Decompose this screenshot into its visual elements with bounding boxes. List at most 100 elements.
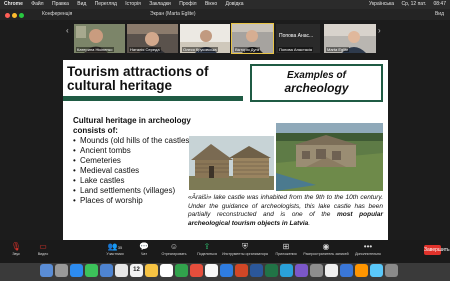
calendar-day: 12	[133, 267, 140, 273]
zoom-icon[interactable]	[220, 264, 233, 277]
menu-chrome[interactable]: Chrome	[4, 1, 23, 7]
menu-profile[interactable]: Профіл	[179, 1, 196, 7]
keyboard-language[interactable]: Українська	[369, 1, 394, 7]
safari-icon[interactable]	[70, 264, 83, 277]
video-icon: ▭	[39, 242, 47, 251]
apps-button[interactable]: ⊞ Приложения	[272, 242, 300, 256]
finder-icon[interactable]	[40, 264, 53, 277]
host-tools-button[interactable]: ⛨ Инструменты организатора	[222, 242, 268, 256]
list-item: Medieval castles	[73, 166, 203, 176]
photo-caption: «Āraiši» lake castle was inhabited from …	[188, 194, 383, 228]
participants-button[interactable]: 👥35 Участники	[100, 242, 130, 256]
host-tools-label: Инструменты организатора	[222, 252, 268, 256]
heritage-list-heading: Cultural heritage in archeology consists…	[73, 116, 191, 135]
caption-end: .	[308, 219, 311, 227]
telegram-icon[interactable]	[280, 264, 293, 277]
participant-tile[interactable]: Наталія Середа	[127, 24, 178, 53]
participant-name: Marta Eglite	[326, 47, 350, 52]
participant-name: Попова Анастасія	[278, 47, 314, 52]
chrome-icon[interactable]	[205, 264, 218, 277]
share-button[interactable]: ⇪ Поделиться	[193, 242, 221, 256]
notes-icon[interactable]	[145, 264, 158, 277]
menu-date: Ср, 12 пат.	[401, 1, 427, 7]
mail-icon[interactable]	[100, 264, 113, 277]
slide-topic-line2: archeology	[284, 81, 349, 95]
participant-name: Катерина Нікіпенко	[76, 47, 114, 52]
photos-icon[interactable]	[115, 264, 128, 277]
calendar-icon[interactable]: 12	[130, 264, 143, 277]
slide-topic-box: Examples of archeology	[250, 64, 383, 102]
menu-bar: Chrome Файл Правка Вид Перегляд Історія …	[0, 0, 450, 9]
participants-count: 35	[117, 245, 123, 250]
menu-help[interactable]: Довідка	[226, 1, 244, 7]
participant-tile[interactable]: Катерина Нікіпенко	[74, 24, 125, 53]
list-item: Ancient tombs	[73, 146, 203, 156]
record-icon: ◉	[322, 242, 330, 251]
share-label: Поделиться	[197, 252, 217, 256]
menu-file[interactable]: Файл	[31, 1, 43, 7]
chat-button[interactable]: 💬 Чат	[136, 242, 152, 256]
participant-tile[interactable]: Вікторія Дуга	[231, 23, 274, 54]
react-label: Отреагировать	[161, 252, 187, 256]
participant-name: Вікторія Дуга	[234, 47, 261, 52]
shared-slide: Tourism attractions of cultural heritage…	[63, 60, 388, 241]
apps-label: Приложения	[275, 252, 297, 256]
menu-browse[interactable]: Перегляд	[95, 1, 117, 7]
list-item: Places of worship	[73, 196, 203, 206]
messages-icon[interactable]	[85, 264, 98, 277]
screen-share-title: Экран (Marta Eglite)	[150, 11, 196, 17]
video-button[interactable]: ▭ Видео	[32, 242, 54, 256]
zoom-window-button[interactable]	[19, 13, 24, 18]
end-meeting-button[interactable]: Завершить	[424, 245, 450, 255]
trash-icon[interactable]	[385, 264, 398, 277]
word-icon[interactable]	[250, 264, 263, 277]
menu-edit[interactable]: Правка	[52, 1, 69, 7]
excel-icon[interactable]	[265, 264, 278, 277]
participant-tile[interactable]: Олеся Круковська	[180, 24, 230, 53]
launchpad-icon[interactable]	[55, 264, 68, 277]
react-icon: ☺	[169, 242, 179, 251]
music-icon[interactable]	[190, 264, 203, 277]
chevron-right-icon[interactable]: ›	[378, 26, 381, 35]
system-settings-icon[interactable]	[310, 264, 323, 277]
view-menu[interactable]: Вид	[435, 9, 444, 20]
chevron-left-icon[interactable]: ‹	[66, 26, 69, 35]
chat-icon: 💬	[139, 242, 149, 251]
participant-name: Наталія Середа	[129, 47, 161, 52]
menu-view[interactable]: Вид	[77, 1, 86, 7]
downloads-folder-icon[interactable]	[370, 264, 383, 277]
facetime-icon[interactable]	[175, 264, 188, 277]
video-label: Видео	[37, 252, 49, 256]
microphone-icon: 🎙	[10, 242, 22, 251]
powerpoint-icon[interactable]	[235, 264, 248, 277]
apps-icon: ⊞	[282, 242, 290, 251]
participant-tile[interactable]: Попова Анас... Попова Анастасія	[276, 24, 320, 53]
react-button[interactable]: ☺ Отреагировать	[157, 242, 191, 256]
host-tools-icon: ⛨	[242, 242, 248, 251]
participant-name-placeholder: Попова Анас...	[279, 33, 314, 39]
participants-label: Участники	[106, 252, 124, 256]
share-icon: ⇪	[203, 242, 211, 251]
heritage-list: Cultural heritage in archeology consists…	[73, 116, 203, 206]
app-store-icon[interactable]	[340, 264, 353, 277]
participant-tile-active-speaker[interactable]: Marta Eglite	[324, 24, 376, 53]
reminders-icon[interactable]	[160, 264, 173, 277]
lake-castle-aerial-photo	[276, 123, 383, 191]
minimize-window-button[interactable]	[12, 13, 17, 18]
books-icon[interactable]	[355, 264, 368, 277]
menu-window[interactable]: Вікно	[205, 1, 217, 7]
mute-button[interactable]: 🎙 Звук	[6, 242, 26, 256]
list-item: Cemeteries	[73, 156, 203, 166]
slide-title-bar	[63, 96, 243, 101]
conference-label: Конференція	[42, 11, 73, 17]
preview-icon[interactable]	[325, 264, 338, 277]
menu-bookmarks[interactable]: Закладки	[149, 1, 171, 7]
participants-icon: 👥35	[107, 242, 123, 251]
record-button[interactable]: ◉ Распространитель записей	[303, 242, 349, 256]
viber-icon[interactable]	[295, 264, 308, 277]
more-button[interactable]: ••• Дополнительно	[352, 242, 384, 256]
list-item: Lake castles	[73, 176, 203, 186]
slide-topic-line1: Examples of	[287, 70, 346, 81]
close-window-button[interactable]	[5, 13, 10, 18]
menu-history[interactable]: Історія	[125, 1, 141, 7]
